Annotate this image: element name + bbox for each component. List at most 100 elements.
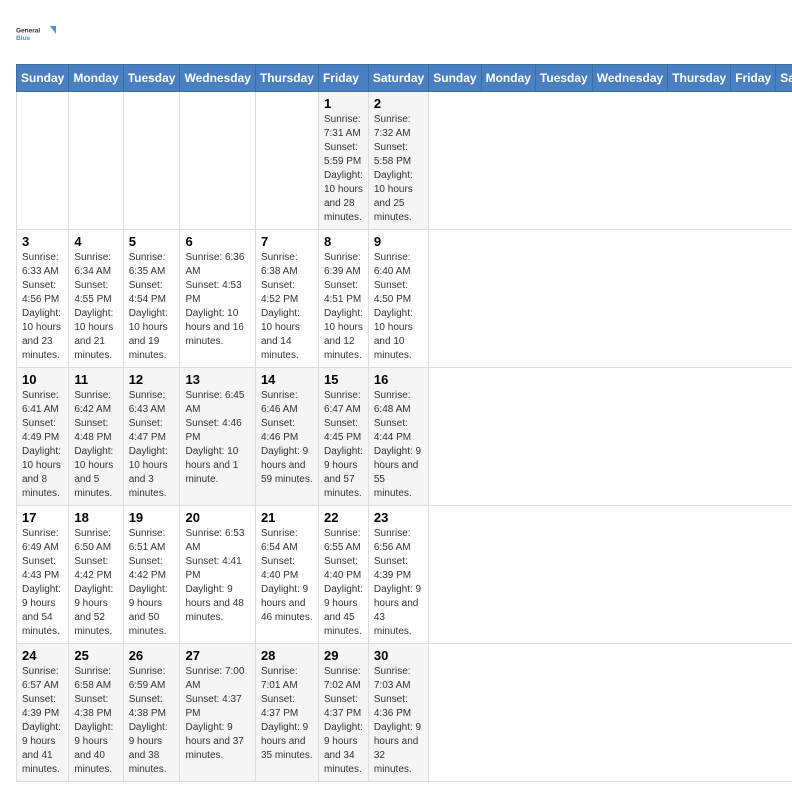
day-of-week-thursday: Thursday [668, 65, 731, 92]
calendar-week-row: 1 Sunrise: 7:31 AMSunset: 5:59 PMDaylight… [17, 92, 792, 230]
calendar-cell: 22 Sunrise: 6:55 AMSunset: 4:40 PMDayligh… [318, 506, 368, 644]
day-info: Sunrise: 6:47 AMSunset: 4:45 PMDaylight:… [324, 389, 363, 501]
calendar-cell: 26 Sunrise: 6:59 AMSunset: 4:38 PMDayligh… [123, 644, 180, 782]
day-of-week-header: Monday [69, 65, 123, 92]
day-info: Sunrise: 6:33 AMSunset: 4:56 PMDaylight:… [22, 251, 63, 363]
day-of-week-monday: Monday [481, 65, 535, 92]
day-of-week-saturday: Saturday [776, 65, 792, 92]
calendar-cell: 18 Sunrise: 6:50 AMSunset: 4:42 PMDayligh… [69, 506, 123, 644]
calendar-cell [17, 92, 69, 230]
calendar-cell: 28 Sunrise: 7:01 AMSunset: 4:37 PMDayligh… [255, 644, 318, 782]
day-number: 30 [374, 648, 423, 663]
day-info: Sunrise: 6:55 AMSunset: 4:40 PMDaylight:… [324, 527, 363, 639]
day-info: Sunrise: 7:31 AMSunset: 5:59 PMDaylight:… [324, 113, 363, 225]
day-number: 11 [74, 372, 117, 387]
day-number: 10 [22, 372, 63, 387]
calendar-table: SundayMondayTuesdayWednesdayThursdayFrid… [16, 64, 792, 782]
day-number: 21 [261, 510, 313, 525]
calendar-cell: 3 Sunrise: 6:33 AMSunset: 4:56 PMDaylight… [17, 230, 69, 368]
calendar-cell: 6Sunrise: 6:36 AMSunset: 4:53 PMDaylight… [180, 230, 255, 368]
day-number: 1 [324, 96, 363, 111]
day-number: 19 [129, 510, 175, 525]
day-info: Sunrise: 6:56 AMSunset: 4:39 PMDaylight:… [374, 527, 423, 639]
day-number: 4 [74, 234, 117, 249]
day-info: Sunrise: 6:36 AMSunset: 4:53 PMDaylight:… [185, 251, 249, 349]
calendar-cell [255, 92, 318, 230]
day-info: Sunrise: 6:54 AMSunset: 4:40 PMDaylight:… [261, 527, 313, 625]
day-info: Sunrise: 6:39 AMSunset: 4:51 PMDaylight:… [324, 251, 363, 363]
day-info: Sunrise: 6:34 AMSunset: 4:55 PMDaylight:… [74, 251, 117, 363]
day-of-week-friday: Friday [731, 65, 776, 92]
day-number: 27 [185, 648, 249, 663]
day-number: 22 [324, 510, 363, 525]
calendar-cell: 17Sunrise: 6:49 AMSunset: 4:43 PMDayligh… [17, 506, 69, 644]
day-number: 18 [74, 510, 117, 525]
day-of-week-header: Sunday [17, 65, 69, 92]
day-info: Sunrise: 6:35 AMSunset: 4:54 PMDaylight:… [129, 251, 175, 363]
calendar-week-row: 17Sunrise: 6:49 AMSunset: 4:43 PMDayligh… [17, 506, 792, 644]
day-info: Sunrise: 6:53 AMSunset: 4:41 PMDaylight:… [185, 527, 249, 625]
day-info: Sunrise: 6:40 AMSunset: 4:50 PMDaylight:… [374, 251, 423, 363]
calendar-cell: 2Sunrise: 7:32 AMSunset: 5:58 PMDaylight… [368, 92, 428, 230]
calendar-cell: 13Sunrise: 6:45 AMSunset: 4:46 PMDayligh… [180, 368, 255, 506]
day-number: 25 [74, 648, 117, 663]
calendar-cell: 19 Sunrise: 6:51 AMSunset: 4:42 PMDayligh… [123, 506, 180, 644]
day-number: 23 [374, 510, 423, 525]
day-number: 2 [374, 96, 423, 111]
day-info: Sunrise: 6:49 AMSunset: 4:43 PMDaylight:… [22, 527, 63, 639]
day-number: 13 [185, 372, 249, 387]
calendar-cell: 5 Sunrise: 6:35 AMSunset: 4:54 PMDaylight… [123, 230, 180, 368]
calendar-cell: 24Sunrise: 6:57 AMSunset: 4:39 PMDayligh… [17, 644, 69, 782]
svg-text:General: General [16, 28, 40, 35]
day-number: 26 [129, 648, 175, 663]
calendar-cell [123, 92, 180, 230]
day-info: Sunrise: 6:57 AMSunset: 4:39 PMDaylight:… [22, 665, 63, 777]
day-info: Sunrise: 6:42 AMSunset: 4:48 PMDaylight:… [74, 389, 117, 501]
calendar-cell [180, 92, 255, 230]
calendar-cell: 14Sunrise: 6:46 AMSunset: 4:46 PMDayligh… [255, 368, 318, 506]
day-info: Sunrise: 6:59 AMSunset: 4:38 PMDaylight:… [129, 665, 175, 777]
day-number: 9 [374, 234, 423, 249]
calendar-cell: 11 Sunrise: 6:42 AMSunset: 4:48 PMDayligh… [69, 368, 123, 506]
calendar-cell: 20 Sunrise: 6:53 AMSunset: 4:41 PMDayligh… [180, 506, 255, 644]
calendar-week-row: 24Sunrise: 6:57 AMSunset: 4:39 PMDayligh… [17, 644, 792, 782]
header: General Blue [16, 16, 776, 52]
day-number: 7 [261, 234, 313, 249]
calendar-week-row: 10 Sunrise: 6:41 AMSunset: 4:49 PMDayligh… [17, 368, 792, 506]
day-number: 5 [129, 234, 175, 249]
calendar-cell: 16Sunrise: 6:48 AMSunset: 4:44 PMDayligh… [368, 368, 428, 506]
calendar-cell: 15Sunrise: 6:47 AMSunset: 4:45 PMDayligh… [318, 368, 368, 506]
day-info: Sunrise: 6:50 AMSunset: 4:42 PMDaylight:… [74, 527, 117, 639]
day-number: 8 [324, 234, 363, 249]
day-info: Sunrise: 6:58 AMSunset: 4:38 PMDaylight:… [74, 665, 117, 777]
day-number: 14 [261, 372, 313, 387]
day-number: 16 [374, 372, 423, 387]
calendar-cell: 25 Sunrise: 6:58 AMSunset: 4:38 PMDayligh… [69, 644, 123, 782]
calendar-cell: 7Sunrise: 6:38 AMSunset: 4:52 PMDaylight… [255, 230, 318, 368]
day-number: 29 [324, 648, 363, 663]
day-number: 3 [22, 234, 63, 249]
calendar-cell: 10 Sunrise: 6:41 AMSunset: 4:49 PMDayligh… [17, 368, 69, 506]
calendar-cell: 27 Sunrise: 7:00 AMSunset: 4:37 PMDayligh… [180, 644, 255, 782]
calendar-cell: 1 Sunrise: 7:31 AMSunset: 5:59 PMDaylight… [318, 92, 368, 230]
day-info: Sunrise: 6:51 AMSunset: 4:42 PMDaylight:… [129, 527, 175, 639]
day-of-week-header: Tuesday [123, 65, 180, 92]
day-info: Sunrise: 7:01 AMSunset: 4:37 PMDaylight:… [261, 665, 313, 763]
day-info: Sunrise: 6:41 AMSunset: 4:49 PMDaylight:… [22, 389, 63, 501]
day-of-week-tuesday: Tuesday [535, 65, 592, 92]
logo-svg: General Blue [16, 16, 56, 52]
day-of-week-header: Friday [318, 65, 368, 92]
day-of-week-header: Saturday [368, 65, 428, 92]
day-of-week-sunday: Sunday [429, 65, 481, 92]
day-number: 28 [261, 648, 313, 663]
calendar-cell: 8 Sunrise: 6:39 AMSunset: 4:51 PMDaylight… [318, 230, 368, 368]
calendar-cell [69, 92, 123, 230]
day-number: 20 [185, 510, 249, 525]
calendar-cell: 21 Sunrise: 6:54 AMSunset: 4:40 PMDayligh… [255, 506, 318, 644]
day-info: Sunrise: 6:43 AMSunset: 4:47 PMDaylight:… [129, 389, 175, 501]
calendar-cell: 23 Sunrise: 6:56 AMSunset: 4:39 PMDayligh… [368, 506, 428, 644]
calendar-cell: 9 Sunrise: 6:40 AMSunset: 4:50 PMDaylight… [368, 230, 428, 368]
day-info: Sunrise: 7:02 AMSunset: 4:37 PMDaylight:… [324, 665, 363, 777]
day-info: Sunrise: 7:00 AMSunset: 4:37 PMDaylight:… [185, 665, 249, 763]
calendar-header-row: SundayMondayTuesdayWednesdayThursdayFrid… [17, 65, 792, 92]
